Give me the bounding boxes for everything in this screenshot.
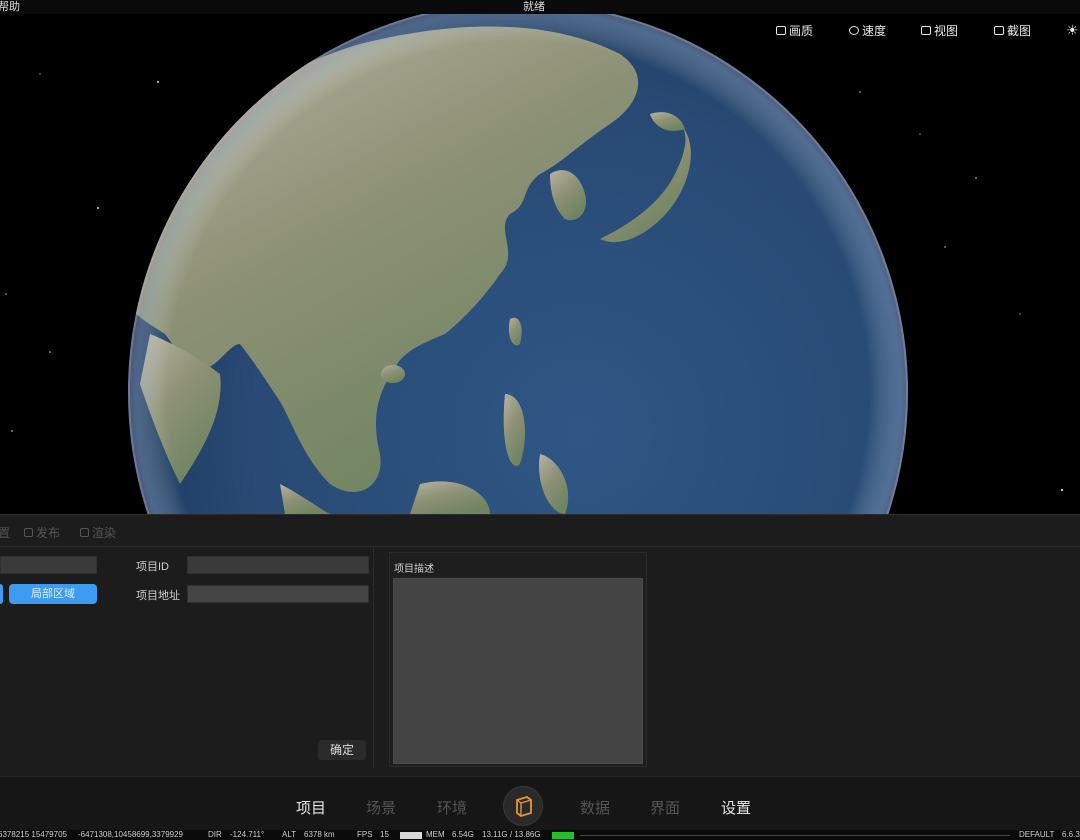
- mem-label: MEM: [426, 830, 445, 839]
- tab-settings-label: 置: [0, 526, 11, 540]
- title-bar: 帮助 就绪: [0, 0, 1080, 14]
- project-id-field[interactable]: [187, 556, 369, 574]
- nav-project[interactable]: 项目: [296, 797, 326, 818]
- view-button[interactable]: 视图: [921, 22, 958, 39]
- mem-value: 6.54G: [452, 830, 474, 839]
- dir-value: -124.711°: [230, 830, 265, 839]
- fps-bar: [400, 832, 422, 839]
- tab-render[interactable]: 渲染: [80, 524, 116, 541]
- alt-value: 6378 km: [304, 830, 335, 839]
- project-address-label: 项目地址: [136, 590, 180, 602]
- description-label: 项目描述: [394, 564, 434, 575]
- version-readout: 6.6.3: [1062, 830, 1080, 839]
- nav-data[interactable]: 数据: [580, 797, 610, 818]
- fps-label: FPS: [357, 830, 373, 839]
- globe-viewport[interactable]: 画质 速度 视图 截图 ☀: [0, 14, 1080, 514]
- screenshot-label: 截图: [1007, 24, 1032, 38]
- quality-label: 画质: [789, 24, 814, 38]
- viewport-toolbar: 画质 速度 视图 截图 ☀: [0, 22, 1080, 40]
- nav-environment[interactable]: 环境: [437, 797, 467, 818]
- earth-globe: [5, 14, 1064, 514]
- local-area-button[interactable]: 局部区域: [9, 584, 97, 604]
- timeline-track[interactable]: [580, 835, 1010, 836]
- confirm-button[interactable]: 确定: [318, 740, 366, 760]
- description-textarea[interactable]: [393, 578, 643, 764]
- speed-button[interactable]: 速度: [849, 22, 886, 39]
- tab-publish[interactable]: 发布: [24, 524, 60, 541]
- quality-button[interactable]: 画质: [776, 22, 813, 39]
- nav-settings[interactable]: 设置: [721, 797, 751, 818]
- mem-total: 13.11G / 13.86G: [482, 830, 541, 839]
- video-camera-icon: [921, 26, 931, 35]
- image-icon: [776, 26, 786, 35]
- panel-tabs: 置 发布 渲染: [0, 515, 1080, 547]
- help-menu[interactable]: 帮助: [0, 0, 20, 14]
- view-label: 视图: [934, 24, 959, 38]
- speed-gauge-icon: [849, 26, 859, 35]
- mem-bar: [552, 832, 574, 839]
- nav-interface[interactable]: 界面: [650, 797, 680, 818]
- screenshot-icon: [994, 26, 1004, 35]
- status-text: 就绪: [523, 1, 545, 13]
- dir-label: DIR: [208, 830, 222, 839]
- alt-label: ALT: [282, 830, 297, 839]
- position-readout: -6471308,10458699,3379929: [78, 830, 183, 839]
- speed-label: 速度: [862, 24, 887, 38]
- global-area-button[interactable]: [0, 584, 3, 604]
- project-address-field[interactable]: [187, 585, 369, 603]
- panel-divider: [373, 546, 374, 768]
- main-nav: 项目 场景 环境 数据 界面 设置: [0, 776, 1080, 830]
- tab-publish-label: 发布: [36, 526, 61, 540]
- sun-icon[interactable]: ☀: [1066, 22, 1079, 39]
- status-bar: 6378215 15479705 -6471308,10458699,33799…: [0, 830, 1080, 840]
- nav-scene[interactable]: 场景: [366, 797, 396, 818]
- fps-value: 15: [380, 830, 389, 839]
- mode-readout: DEFAULT: [1019, 830, 1055, 839]
- center-logo-button[interactable]: [503, 786, 543, 826]
- tab-render-label: 渲染: [92, 526, 117, 540]
- cube-logo-icon: [516, 796, 532, 817]
- render-icon: [80, 528, 89, 537]
- name-field[interactable]: [0, 556, 97, 574]
- tab-settings[interactable]: 置: [0, 524, 10, 541]
- project-id-label: 项目ID: [136, 561, 169, 573]
- publish-icon: [24, 528, 33, 537]
- coords-readout: 6378215 15479705: [0, 830, 67, 839]
- screenshot-button[interactable]: 截图: [994, 22, 1031, 39]
